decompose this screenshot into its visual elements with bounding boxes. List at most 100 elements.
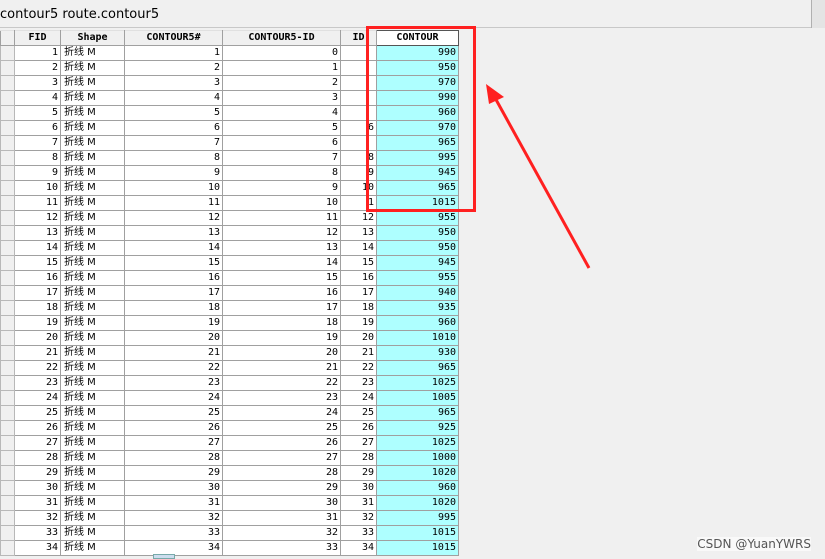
cell-contour5-num[interactable]: 20	[124, 330, 223, 346]
cell-contour5-id[interactable]: 8	[222, 165, 341, 181]
table-row[interactable]: 27 折线 M 27 26 27 1025	[0, 435, 459, 451]
cell-contour[interactable]: 940	[376, 285, 459, 301]
row-selector[interactable]	[0, 360, 15, 376]
cell-id[interactable]: 32	[340, 510, 377, 526]
cell-shape[interactable]: 折线 M	[60, 315, 125, 331]
cell-fid[interactable]: 7	[14, 135, 61, 151]
cell-contour5-id[interactable]: 18	[222, 315, 341, 331]
titlebar-scroll-edge[interactable]	[811, 0, 825, 28]
row-selector[interactable]	[0, 510, 15, 526]
cell-id[interactable]: 33	[340, 525, 377, 541]
table-row[interactable]: 19 折线 M 19 18 19 960	[0, 315, 459, 331]
table-row[interactable]: 2 折线 M 2 1 950	[0, 60, 459, 76]
row-selector[interactable]	[0, 255, 15, 271]
cell-fid[interactable]: 26	[14, 420, 61, 436]
cell-fid[interactable]: 11	[14, 195, 61, 211]
row-selector[interactable]	[0, 75, 15, 91]
cell-contour[interactable]: 960	[376, 105, 459, 121]
cell-contour[interactable]: 1020	[376, 495, 459, 511]
cell-contour5-id[interactable]: 15	[222, 270, 341, 286]
cell-contour5-id[interactable]: 2	[222, 75, 341, 91]
cell-contour5-id[interactable]: 22	[222, 375, 341, 391]
row-selector[interactable]	[0, 405, 15, 421]
cell-fid[interactable]: 34	[14, 540, 61, 556]
cell-shape[interactable]: 折线 M	[60, 330, 125, 346]
cell-id[interactable]: 6	[340, 120, 377, 136]
cell-contour5-id[interactable]: 12	[222, 225, 341, 241]
cell-shape[interactable]: 折线 M	[60, 405, 125, 421]
cell-contour5-id[interactable]: 5	[222, 120, 341, 136]
cell-shape[interactable]: 折线 M	[60, 135, 125, 151]
cell-shape[interactable]: 折线 M	[60, 75, 125, 91]
cell-shape[interactable]: 折线 M	[60, 495, 125, 511]
table-row[interactable]: 13 折线 M 13 12 13 950	[0, 225, 459, 241]
cell-contour[interactable]: 990	[376, 45, 459, 61]
cell-contour[interactable]: 1015	[376, 525, 459, 541]
cell-id[interactable]: 12	[340, 210, 377, 226]
column-header-shape[interactable]: Shape	[60, 30, 125, 46]
cell-fid[interactable]: 30	[14, 480, 61, 496]
cell-fid[interactable]: 24	[14, 390, 61, 406]
table-row[interactable]: 25 折线 M 25 24 25 965	[0, 405, 459, 421]
cell-contour5-num[interactable]: 14	[124, 240, 223, 256]
cell-fid[interactable]: 33	[14, 525, 61, 541]
cell-shape[interactable]: 折线 M	[60, 225, 125, 241]
cell-id[interactable]: 34	[340, 540, 377, 556]
cell-id[interactable]	[340, 90, 377, 106]
row-selector[interactable]	[0, 435, 15, 451]
cell-fid[interactable]: 13	[14, 225, 61, 241]
cell-fid[interactable]: 9	[14, 165, 61, 181]
cell-contour[interactable]: 960	[376, 480, 459, 496]
cell-fid[interactable]: 21	[14, 345, 61, 361]
row-selector[interactable]	[0, 120, 15, 136]
cell-contour5-num[interactable]: 27	[124, 435, 223, 451]
cell-fid[interactable]: 8	[14, 150, 61, 166]
cell-contour[interactable]: 950	[376, 60, 459, 76]
cell-contour[interactable]: 960	[376, 315, 459, 331]
row-selector[interactable]	[0, 315, 15, 331]
row-selector[interactable]	[0, 390, 15, 406]
cell-contour[interactable]: 1015	[376, 195, 459, 211]
cell-fid[interactable]: 22	[14, 360, 61, 376]
cell-contour5-num[interactable]: 33	[124, 525, 223, 541]
cell-contour5-num[interactable]: 18	[124, 300, 223, 316]
cell-fid[interactable]: 25	[14, 405, 61, 421]
cell-id[interactable]: 9	[340, 165, 377, 181]
cell-contour[interactable]: 935	[376, 300, 459, 316]
cell-fid[interactable]: 16	[14, 270, 61, 286]
table-row[interactable]: 11 折线 M 11 10 1 1015	[0, 195, 459, 211]
table-row[interactable]: 14 折线 M 14 13 14 950	[0, 240, 459, 256]
cell-fid[interactable]: 1	[14, 45, 61, 61]
cell-contour5-num[interactable]: 5	[124, 105, 223, 121]
cell-contour5-id[interactable]: 0	[222, 45, 341, 61]
cell-shape[interactable]: 折线 M	[60, 45, 125, 61]
cell-fid[interactable]: 3	[14, 75, 61, 91]
table-row[interactable]: 32 折线 M 32 31 32 995	[0, 510, 459, 526]
row-selector[interactable]	[0, 60, 15, 76]
cell-contour5-num[interactable]: 13	[124, 225, 223, 241]
cell-contour5-num[interactable]: 30	[124, 480, 223, 496]
table-row[interactable]: 12 折线 M 12 11 12 955	[0, 210, 459, 226]
cell-contour[interactable]: 1025	[376, 435, 459, 451]
table-row[interactable]: 10 折线 M 10 9 10 965	[0, 180, 459, 196]
row-selector[interactable]	[0, 345, 15, 361]
row-selector[interactable]	[0, 195, 15, 211]
row-selector[interactable]	[0, 180, 15, 196]
row-selector-header[interactable]	[0, 30, 15, 46]
cell-id[interactable]: 18	[340, 300, 377, 316]
cell-contour5-id[interactable]: 3	[222, 90, 341, 106]
cell-contour[interactable]: 995	[376, 150, 459, 166]
table-row[interactable]: 5 折线 M 5 4 960	[0, 105, 459, 121]
cell-contour[interactable]: 1020	[376, 465, 459, 481]
cell-id[interactable]: 31	[340, 495, 377, 511]
cell-contour5-num[interactable]: 10	[124, 180, 223, 196]
table-row[interactable]: 24 折线 M 24 23 24 1005	[0, 390, 459, 406]
cell-contour5-num[interactable]: 4	[124, 90, 223, 106]
cell-contour[interactable]: 955	[376, 270, 459, 286]
cell-contour[interactable]: 1010	[376, 330, 459, 346]
cell-contour[interactable]: 990	[376, 90, 459, 106]
cell-shape[interactable]: 折线 M	[60, 285, 125, 301]
cell-id[interactable]: 8	[340, 150, 377, 166]
cell-fid[interactable]: 17	[14, 285, 61, 301]
cell-contour5-id[interactable]: 13	[222, 240, 341, 256]
